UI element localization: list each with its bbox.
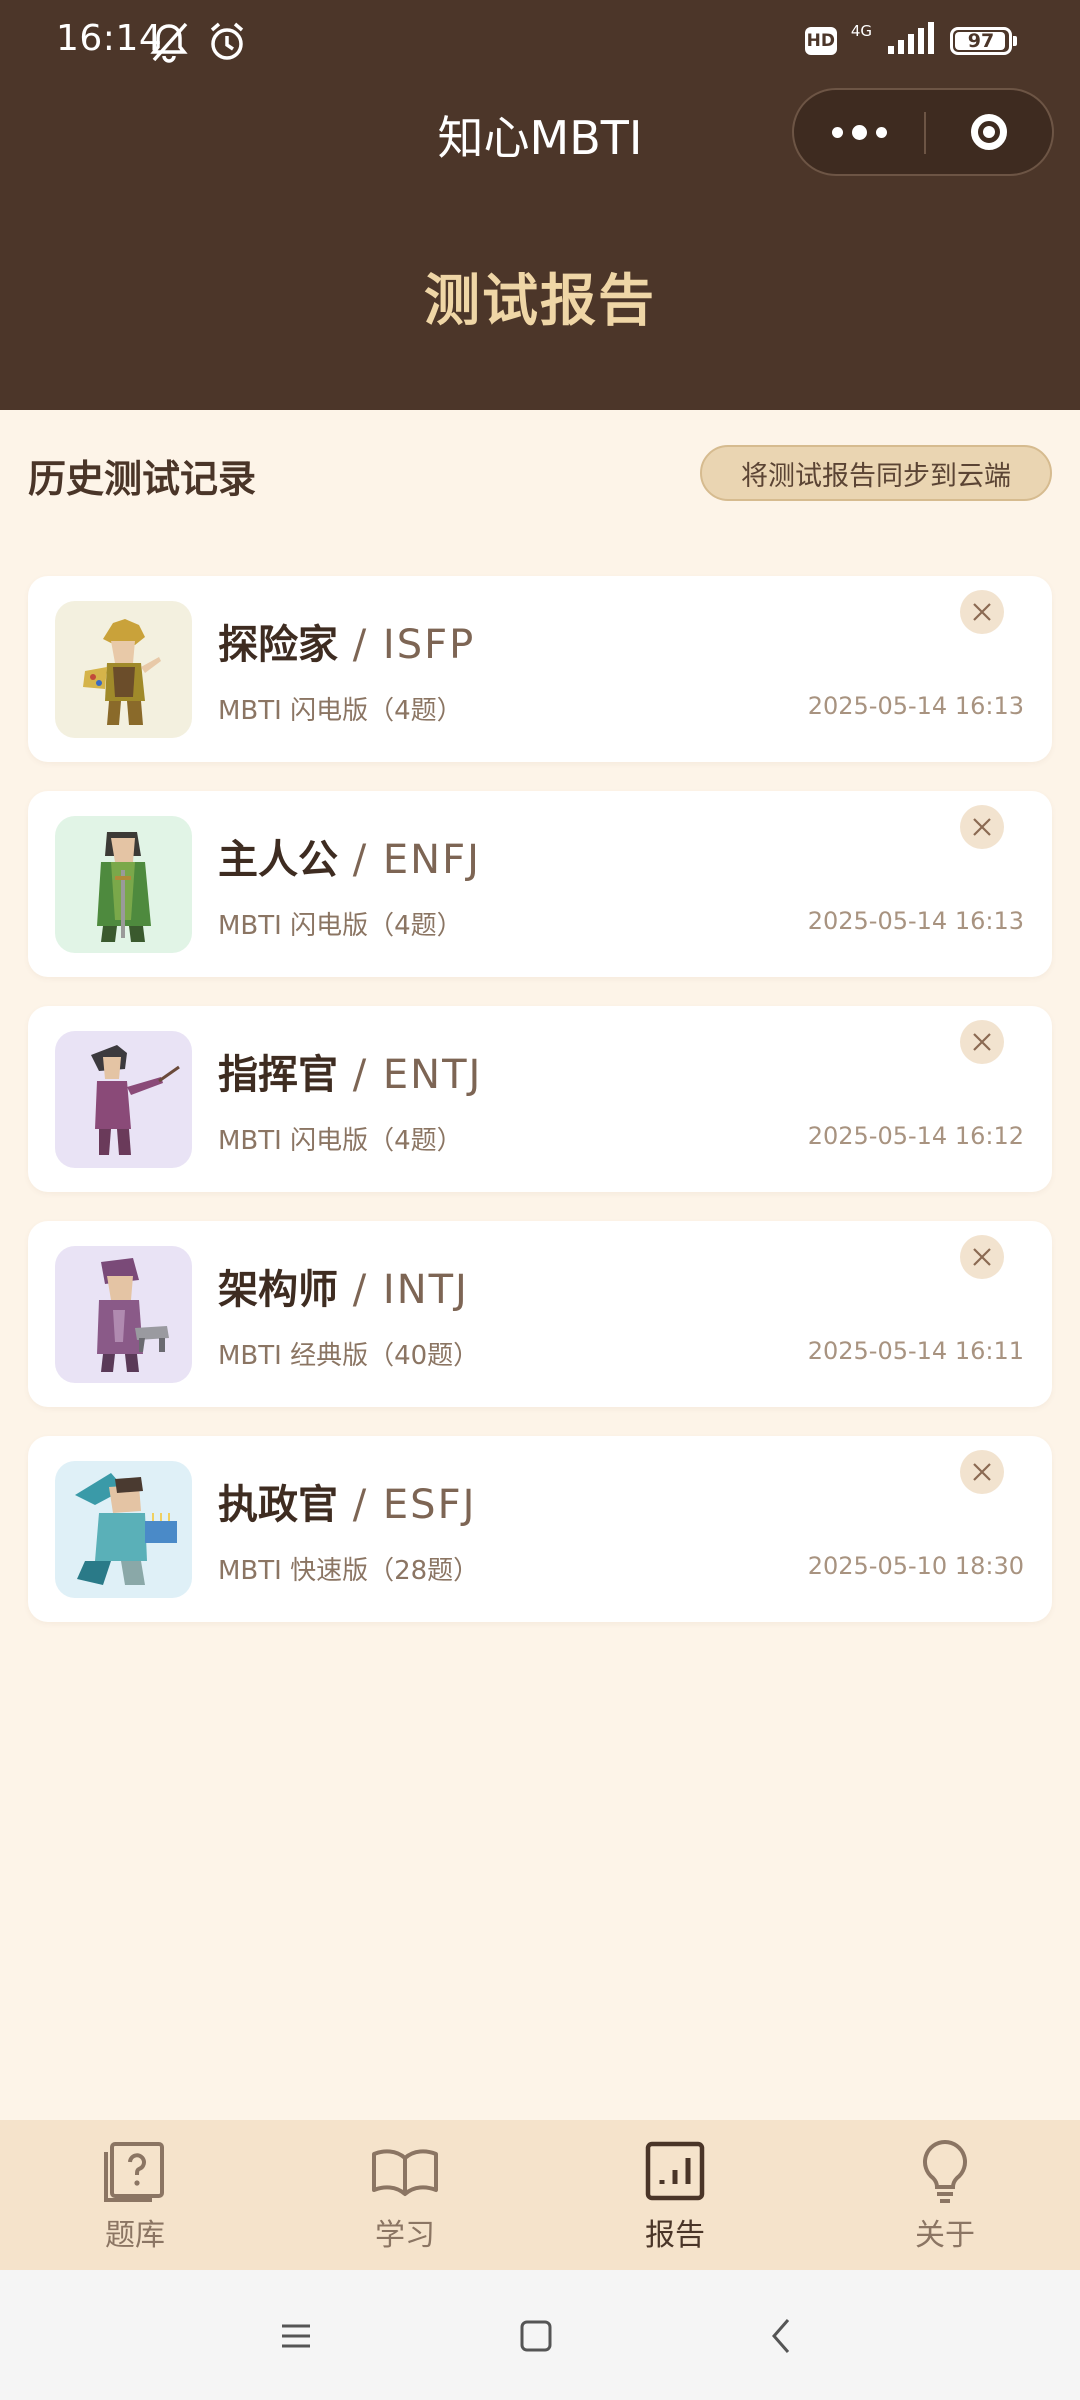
record-card[interactable]: 指挥官 / ENTJ MBTI 闪电版（4题） 2025-05-14 16:12 xyxy=(28,1006,1052,1192)
lightbulb-icon xyxy=(923,2139,967,2203)
back-button[interactable] xyxy=(752,2306,812,2366)
mute-icon xyxy=(148,20,190,68)
question-book-icon xyxy=(104,2142,164,2202)
home-button[interactable] xyxy=(506,2306,566,2366)
test-date: 2025-05-14 16:11 xyxy=(807,1337,1024,1365)
tab-question-bank[interactable]: 题库 xyxy=(0,2120,270,2270)
architect-avatar xyxy=(97,1258,169,1372)
bar-chart-icon xyxy=(645,2141,705,2201)
record-card[interactable]: 执政官 / ESFJ MBTI 快速版（28题） 2025-05-10 18:3… xyxy=(28,1436,1052,1622)
tab-label: 报告 xyxy=(645,2218,705,2253)
delete-record-button[interactable] xyxy=(960,1450,1004,1494)
back-chevron-icon xyxy=(772,2319,790,2353)
type-code: ISFP xyxy=(382,622,476,668)
type-code: ENTJ xyxy=(382,1052,483,1098)
type-code-sep: / xyxy=(338,837,383,883)
type-code: ENFJ xyxy=(382,837,481,883)
record-card[interactable]: 主人公 / ENFJ MBTI 闪电版（4题） 2025-05-14 16:13 xyxy=(28,791,1052,977)
tab-label: 题库 xyxy=(105,2218,165,2253)
type-name: 探险家 xyxy=(218,622,338,668)
test-version: MBTI 闪电版（4题） xyxy=(218,1126,463,1156)
delete-record-button[interactable] xyxy=(960,1235,1004,1279)
home-square-icon xyxy=(520,2320,552,2352)
close-miniprogram-button[interactable] xyxy=(926,90,1052,174)
status-time: 16:14 xyxy=(56,18,163,59)
test-date: 2025-05-14 16:13 xyxy=(807,907,1024,935)
delete-record-button[interactable] xyxy=(960,590,1004,634)
app-header: 16:14 HD 4G 97 知心MBTI 测试报告 xyxy=(0,0,1080,410)
test-date: 2025-05-14 16:13 xyxy=(807,692,1024,720)
test-version: MBTI 快速版（28题） xyxy=(218,1556,480,1586)
protagonist-avatar xyxy=(97,832,151,942)
test-date: 2025-05-14 16:12 xyxy=(807,1122,1024,1150)
avatar xyxy=(55,1031,192,1168)
close-icon xyxy=(973,1248,991,1266)
type-code: ESFJ xyxy=(382,1482,477,1528)
network-label: 4G xyxy=(850,22,872,40)
status-bar: 16:14 HD 4G 97 xyxy=(0,0,1080,84)
close-icon xyxy=(973,818,991,836)
consul-avatar xyxy=(75,1473,177,1585)
avatar xyxy=(55,816,192,953)
test-date: 2025-05-10 18:30 xyxy=(807,1552,1024,1580)
more-options-button[interactable] xyxy=(794,90,924,174)
miniprogram-capsule xyxy=(792,88,1054,176)
tab-report[interactable]: 报告 xyxy=(540,2120,810,2270)
test-version: MBTI 经典版（40题） xyxy=(218,1341,480,1371)
recent-apps-button[interactable] xyxy=(266,2306,326,2366)
type-name: 执政官 xyxy=(218,1482,338,1528)
test-version: MBTI 闪电版（4题） xyxy=(218,911,463,941)
tab-label: 关于 xyxy=(915,2218,975,2253)
delete-record-button[interactable] xyxy=(960,1020,1004,1064)
tab-about[interactable]: 关于 xyxy=(810,2120,1080,2270)
target-icon xyxy=(971,114,1007,150)
tab-learning[interactable]: 学习 xyxy=(270,2120,540,2270)
open-book-icon xyxy=(372,2149,438,2196)
sync-to-cloud-button[interactable]: 将测试报告同步到云端 xyxy=(700,445,1052,501)
close-icon xyxy=(973,1463,991,1481)
menu-icon xyxy=(282,2324,310,2348)
record-list: 探险家 / ISFP MBTI 闪电版（4题） 2025-05-14 16:13 xyxy=(28,576,1052,1651)
avatar xyxy=(55,1246,192,1383)
avatar xyxy=(55,601,192,738)
close-icon xyxy=(973,603,991,621)
hd-badge: HD xyxy=(804,27,837,55)
system-navigation-bar xyxy=(0,2270,1080,2400)
record-card[interactable]: 架构师 / INTJ MBTI 经典版（40题） 2025-05-14 16:1… xyxy=(28,1221,1052,1407)
type-name: 架构师 xyxy=(218,1267,338,1313)
type-name: 主人公 xyxy=(218,837,338,883)
battery-indicator: 97 xyxy=(950,27,1017,55)
record-card[interactable]: 探险家 / ISFP MBTI 闪电版（4题） 2025-05-14 16:13 xyxy=(28,576,1052,762)
type-name: 指挥官 xyxy=(218,1052,338,1098)
type-code-sep: / xyxy=(338,1267,383,1313)
close-icon xyxy=(973,1033,991,1051)
page-title: 测试报告 xyxy=(424,269,656,334)
type-code-sep: / xyxy=(338,622,383,668)
avatar xyxy=(55,1461,192,1598)
type-code-sep: / xyxy=(338,1482,383,1528)
section-title: 历史测试记录 xyxy=(28,457,257,501)
adventurer-avatar xyxy=(83,619,161,725)
test-version: MBTI 闪电版（4题） xyxy=(218,696,463,726)
alarm-icon xyxy=(206,20,248,68)
commander-avatar xyxy=(91,1045,180,1155)
signal-icon xyxy=(886,22,936,60)
bottom-tab-bar: 题库 学习 报告 关于 xyxy=(0,2120,1080,2270)
delete-record-button[interactable] xyxy=(960,805,1004,849)
type-code: INTJ xyxy=(382,1267,469,1313)
tab-label: 学习 xyxy=(375,2218,435,2253)
type-code-sep: / xyxy=(338,1052,383,1098)
